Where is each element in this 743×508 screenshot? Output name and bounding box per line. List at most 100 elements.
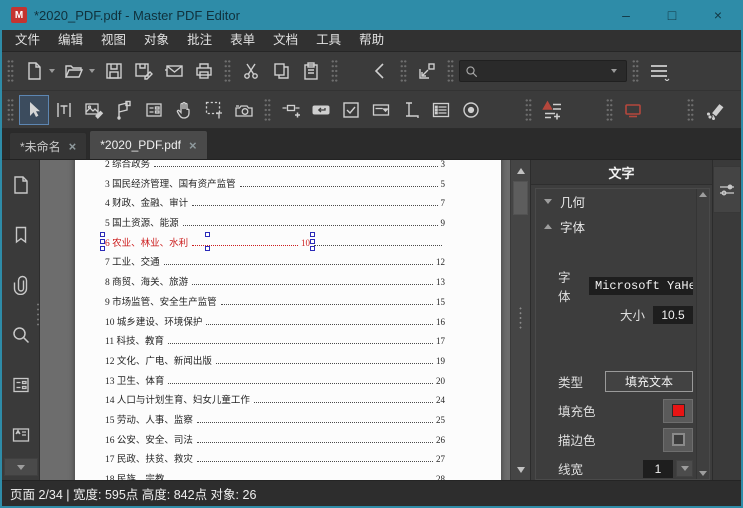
chevron-down-icon[interactable] <box>49 69 55 73</box>
menu-item-tools[interactable]: 工具 <box>307 30 350 51</box>
menu-item-view[interactable]: 视图 <box>92 30 135 51</box>
selection-handle-tr[interactable] <box>310 232 315 237</box>
menu-item-edit[interactable]: 编辑 <box>49 30 92 51</box>
selection-handle-tc[interactable] <box>205 232 210 237</box>
toc-row-8[interactable]: 8 商贸、海关、旅游13 <box>105 274 445 294</box>
signature-panel-button[interactable] <box>2 410 39 452</box>
snapshot-tool-button[interactable] <box>229 95 259 125</box>
pdf-page[interactable]: 2 综合政务33 国民经济管理、国有资产监管54 财政、金融、审计75 国土资源… <box>75 160 501 480</box>
toc-row-17[interactable]: 17 民政、扶贫、救灾27 <box>105 451 445 471</box>
properties-toggle-button[interactable] <box>713 166 741 213</box>
close-button[interactable]: × <box>695 0 741 30</box>
menu-item-file[interactable]: 文件 <box>6 30 49 51</box>
toc-row-13[interactable]: 13 卫生、体育20 <box>105 373 445 393</box>
toc-row-15[interactable]: 15 劳动、人事、监察25 <box>105 412 445 432</box>
text-field-tool-button[interactable] <box>306 95 336 125</box>
toc-row-16[interactable]: 16 公安、安全、司法26 <box>105 432 445 452</box>
font-size-input[interactable]: 10.5 <box>653 306 693 324</box>
toolbar-grip[interactable] <box>606 98 613 122</box>
panel-scroll-down-icon[interactable] <box>699 471 707 476</box>
link-tool-button[interactable] <box>276 95 306 125</box>
selection-handle-tl[interactable] <box>100 232 105 237</box>
menu-item-comment[interactable]: 批注 <box>178 30 221 51</box>
bookmarks-panel-button[interactable] <box>2 210 39 260</box>
sidebar-scroll-down-button[interactable] <box>4 458 38 476</box>
toolbar-grip[interactable] <box>687 98 694 122</box>
scroll-down-button[interactable] <box>511 461 530 478</box>
toc-row-4[interactable]: 4 财政、金融、审计7 <box>105 195 445 215</box>
scrollbar-grip-dots[interactable] <box>518 306 523 330</box>
ibeam-tool-button[interactable] <box>396 95 426 125</box>
toc-row-2[interactable]: 2 综合政务3 <box>105 160 445 176</box>
search-dropdown-icon[interactable] <box>611 69 617 73</box>
selection-handle-bc[interactable] <box>205 246 210 251</box>
toolbar-grip[interactable] <box>331 59 338 83</box>
paste-button[interactable] <box>296 56 326 86</box>
email-button[interactable] <box>159 56 189 86</box>
toolbar-grip[interactable] <box>400 59 407 83</box>
search-input[interactable] <box>478 65 611 77</box>
selection-handle-br[interactable] <box>310 246 315 251</box>
open-file-button[interactable] <box>59 56 89 86</box>
vertical-scrollbar[interactable] <box>510 160 530 480</box>
toc-row-11[interactable]: 11 科技、教育17 <box>105 333 445 353</box>
scrollbar-thumb[interactable] <box>513 181 528 215</box>
copy-button[interactable] <box>266 56 296 86</box>
highlight-field-tool-button[interactable] <box>618 95 648 125</box>
font-name-input[interactable]: Microsoft YaHei <box>589 277 693 295</box>
toc-row-10[interactable]: 10 城乡建设、环境保护16 <box>105 314 445 334</box>
document-viewport[interactable]: 2 综合政务33 国民经济管理、国有资产监管54 财政、金融、审计75 国土资源… <box>40 160 510 480</box>
toolbar-grip[interactable] <box>447 59 454 83</box>
line-width-input[interactable]: 1 <box>643 460 673 478</box>
main-menu-button[interactable] <box>644 56 674 86</box>
edit-text-tool-button[interactable] <box>49 95 79 125</box>
stroke-color-swatch[interactable] <box>663 428 693 452</box>
section-geometry[interactable]: 几何 <box>536 189 709 214</box>
toolbar-grip[interactable] <box>632 59 639 83</box>
add-annotation-tool-button[interactable] <box>537 95 567 125</box>
edit-form-tool-button[interactable] <box>139 95 169 125</box>
tab-2020-pdf[interactable]: *2020_PDF.pdf × <box>89 130 207 159</box>
select-text-tool-button[interactable] <box>199 95 229 125</box>
checkbox-tool-button[interactable] <box>336 95 366 125</box>
pages-panel-button[interactable] <box>2 160 39 210</box>
maximize-button[interactable]: □ <box>649 0 695 30</box>
fit-page-button[interactable] <box>412 56 442 86</box>
form-fields-panel-button[interactable] <box>2 360 39 410</box>
save-button[interactable] <box>99 56 129 86</box>
selection-handle-mr[interactable] <box>310 239 315 244</box>
toc-row-7[interactable]: 7 工业、交通12 <box>105 254 445 274</box>
back-button[interactable] <box>365 56 395 86</box>
toolbar-grip[interactable] <box>525 98 532 122</box>
search-panel-button[interactable] <box>2 310 39 360</box>
cut-button[interactable] <box>236 56 266 86</box>
panel-scrollbar[interactable] <box>696 189 709 479</box>
tab-untitled[interactable]: *未命名 × <box>9 132 87 159</box>
section-font[interactable]: 字体 <box>536 214 709 239</box>
toolbar-grip[interactable] <box>7 59 14 83</box>
combobox-tool-button[interactable] <box>366 95 396 125</box>
minimize-button[interactable]: – <box>603 0 649 30</box>
new-document-button[interactable] <box>19 56 49 86</box>
select-tool-button[interactable] <box>19 95 49 125</box>
tab-close-icon[interactable]: × <box>189 138 197 153</box>
toc-row-3[interactable]: 3 国民经济管理、国有资产监管5 <box>105 176 445 196</box>
toc-row-18[interactable]: 18 民族、宗教28 <box>105 471 445 480</box>
toolbar-grip[interactable] <box>224 59 231 83</box>
attachments-panel-button[interactable] <box>2 260 39 310</box>
toc-row-12[interactable]: 12 文化、广电、新闻出版19 <box>105 353 445 373</box>
scroll-up-button[interactable] <box>511 162 530 179</box>
eraser-tool-button[interactable] <box>699 95 729 125</box>
toc-row-14[interactable]: 14 人口与计划生育、妇女儿童工作24 <box>105 392 445 412</box>
edit-path-tool-button[interactable] <box>109 95 139 125</box>
text-type-select[interactable]: 填充文本 <box>605 371 693 392</box>
save-as-button[interactable] <box>129 56 159 86</box>
selected-text-object[interactable]: 6 农业、林业、水利10 <box>105 235 310 249</box>
selection-handle-ml[interactable] <box>100 239 105 244</box>
print-button[interactable] <box>189 56 219 86</box>
panel-scroll-up-icon[interactable] <box>699 192 707 197</box>
chevron-down-icon[interactable] <box>89 69 95 73</box>
selection-handle-bl[interactable] <box>100 246 105 251</box>
line-width-spinner[interactable] <box>676 460 693 477</box>
menu-item-document[interactable]: 文档 <box>264 30 307 51</box>
